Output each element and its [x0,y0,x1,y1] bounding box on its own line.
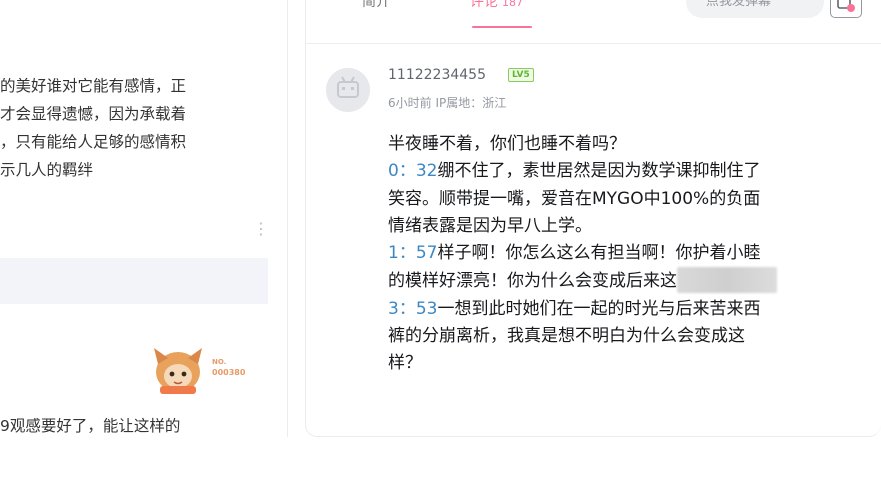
tab-intro[interactable]: 简介 [362,0,390,14]
comment-line: 样？ [388,353,422,374]
tab-comments-label: 评论 [470,0,498,10]
avatar[interactable] [326,68,370,112]
comment-line: 的模样好漂亮！你为什么会变成后来这 [388,267,870,295]
blurred-text [677,267,777,294]
comment-line: 0：32绷不住了，素世居然是因为数学课抑制住了 [388,161,761,182]
article-line: 才会显得遗憾，因为承载着 [0,105,187,123]
active-tab-indicator [472,26,532,28]
user-level-badge: LV5 [508,68,534,82]
comment-count: 187 [502,0,523,9]
vertical-dots-icon[interactable]: ⋮ [253,218,269,240]
sticker-no-label: NO. [212,358,227,366]
video-description-panel: 的美好谁对它能有感情，正 才会显得遗憾，因为承载着 ，只有能给人足够的感情积 示… [0,0,288,437]
comment-line: 笑容。顺带提一嘴，爱音在MYGO中100%的负面 [388,188,761,209]
tab-comments[interactable]: 评论 187 [470,0,523,15]
article-text: 的美好谁对它能有感情，正 才会显得遗憾，因为承载着 ，只有能给人足够的感情积 示… [0,72,270,184]
fan-badge-sticker-icon [154,348,202,394]
comment-line: 1：57样子啊！你怎么这么有担当啊！你护着小睦 [388,243,761,264]
article-line: 示几人的羁绊 [0,161,94,179]
danmaku-toggle-button[interactable] [830,0,862,18]
article-line: 9观感要好了，能让这样的 [0,417,181,435]
article-line: ，只有能给人足够的感情积 [0,133,187,151]
comment-body: 半夜睡不着，你们也睡不着吗？ 0：32绷不住了，素世居然是因为数学课抑制住了 笑… [388,131,870,378]
danmaku-input[interactable]: 点我发弹幕 [686,0,824,18]
default-avatar-icon [326,68,370,112]
tab-intro-label: 简介 [362,0,390,10]
comments-panel: 简介 评论 187 点我发弹幕 11122234455 LV5 6小时前 IP属地… [305,0,881,437]
quoted-comment-box[interactable] [0,258,268,304]
article-line: 的美好谁对它能有感情，正 [0,77,187,95]
timestamp-link[interactable]: 1：57 [388,243,437,263]
comment-username[interactable]: 11122234455 [388,65,486,85]
danmaku-toggle-icon [837,0,855,12]
sticker-number: 000380 [212,368,246,377]
comment-line: 3：53一想到此时她们在一起的时光与后来苦来西 [388,298,761,319]
comment-line: 半夜睡不着，你们也睡不着吗？ [388,134,626,154]
timestamp-link[interactable]: 3：53 [388,299,437,319]
comment-meta: 6小时前 IP属地：浙江 [388,96,507,110]
comment-line: 裤的分崩离析，我真是想不明白为什么会变成这 [388,326,745,347]
timestamp-link[interactable]: 0：32 [388,161,437,181]
comment-line: 情绪表露是因为早八上学。 [388,215,592,236]
tab-bar: 简介 评论 187 点我发弹幕 [306,0,881,44]
